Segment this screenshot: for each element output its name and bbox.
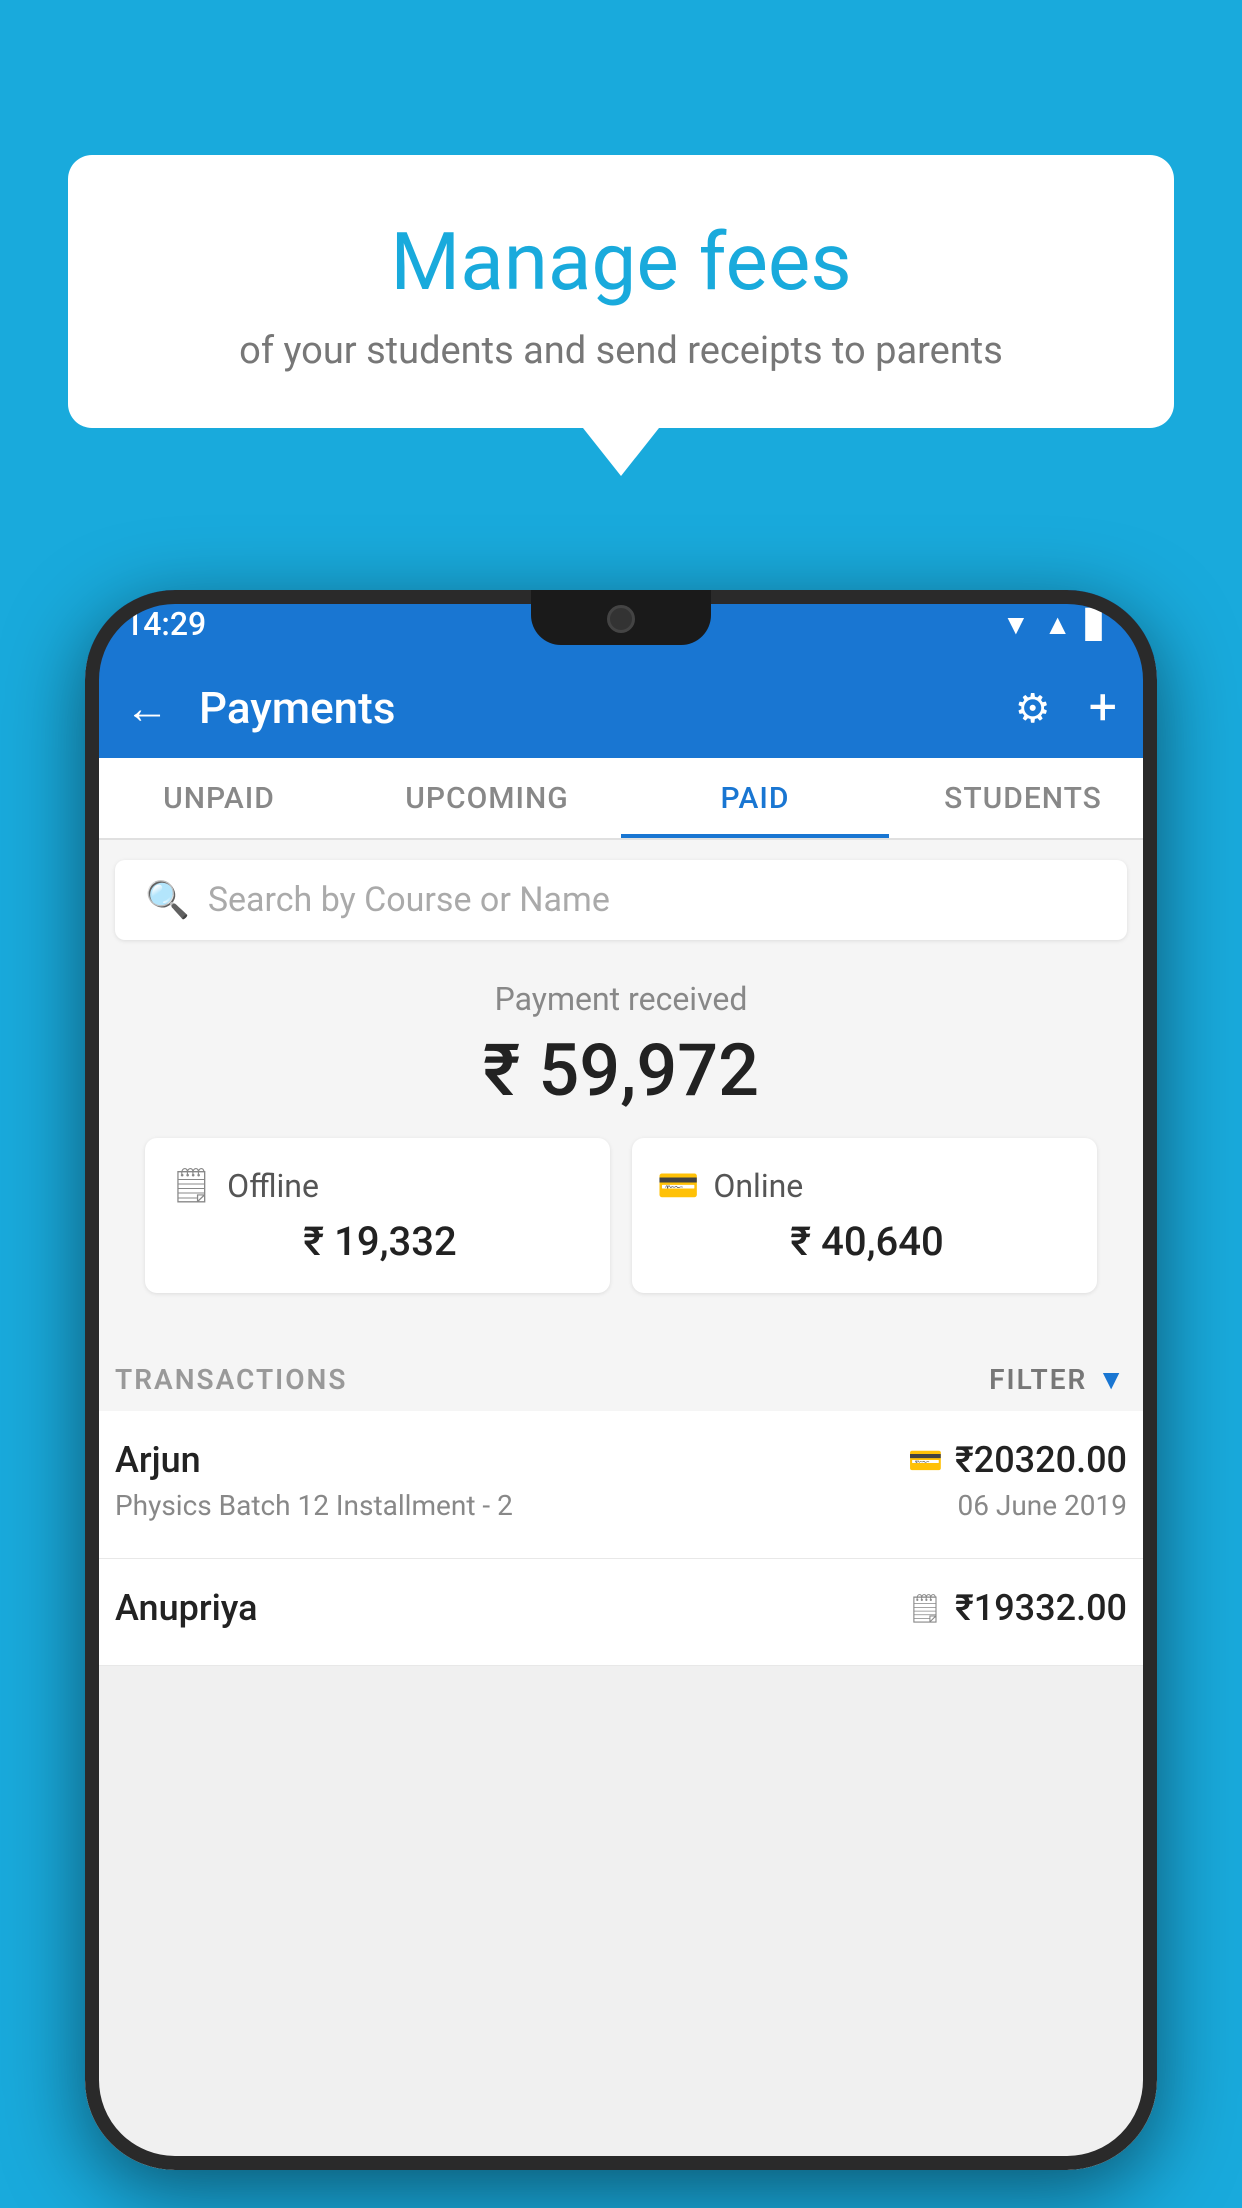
phone-frame: 14:29 ▼ ▲ ▊ ← Payments ⚙ + UNPAID <box>85 590 1157 2170</box>
transaction-amount-row-2: 🗒 ₹19332.00 <box>907 1587 1127 1629</box>
app-header: ← Payments ⚙ + <box>85 658 1157 758</box>
offline-card-header: 🗒 Offline <box>170 1166 585 1206</box>
online-label: Online <box>713 1167 803 1205</box>
plus-button[interactable]: + <box>1089 679 1117 737</box>
wifi-icon: ▼ <box>1002 608 1030 641</box>
offline-amount: ₹ 19,332 <box>170 1218 585 1265</box>
transaction-name-2: Anupriya <box>115 1587 258 1629</box>
search-bar[interactable]: 🔍 Search by Course or Name <box>115 860 1127 940</box>
filter-button[interactable]: FILTER ▼ <box>989 1363 1127 1396</box>
online-amount: ₹ 40,640 <box>657 1218 1072 1265</box>
phone-wrapper: 14:29 ▼ ▲ ▊ ← Payments ⚙ + UNPAID <box>85 590 1157 2208</box>
camera <box>607 605 635 633</box>
offline-label: Offline <box>227 1167 319 1205</box>
search-container: 🔍 Search by Course or Name <box>85 840 1157 960</box>
transactions-label: TRANSACTIONS <box>115 1363 347 1396</box>
transaction-amount-row-1: 💳 ₹20320.00 <box>908 1439 1127 1481</box>
payment-summary: Payment received ₹ 59,972 🗒 Offline ₹ 19… <box>85 960 1157 1343</box>
cards-row: 🗒 Offline ₹ 19,332 💳 Online ₹ 40,640 <box>115 1138 1127 1313</box>
notch <box>531 590 711 645</box>
transaction-name-1: Arjun <box>115 1439 201 1481</box>
signal-icon: ▲ <box>1044 608 1072 641</box>
transactions-header: TRANSACTIONS FILTER ▼ <box>85 1343 1157 1411</box>
speech-bubble: Manage fees of your students and send re… <box>68 155 1174 428</box>
app-screen: ← Payments ⚙ + UNPAID UPCOMING PAID STUD… <box>85 658 1157 2170</box>
tab-upcoming[interactable]: UPCOMING <box>353 758 621 838</box>
transaction-item-anupriya[interactable]: Anupriya 🗒 ₹19332.00 <box>85 1559 1157 1666</box>
offline-icon: 🗒 <box>170 1166 213 1206</box>
transaction-amount-1: ₹20320.00 <box>955 1439 1127 1481</box>
gear-icon[interactable]: ⚙ <box>1015 685 1051 732</box>
transaction-item-arjun[interactable]: Arjun 💳 ₹20320.00 Physics Batch 12 Insta… <box>85 1411 1157 1559</box>
tab-paid[interactable]: PAID <box>621 758 889 838</box>
transaction-amount-2: ₹19332.00 <box>955 1587 1127 1629</box>
online-card: 💳 Online ₹ 40,640 <box>632 1138 1097 1293</box>
transaction-course-1: Physics Batch 12 Installment - 2 <box>115 1489 513 1522</box>
back-button[interactable]: ← <box>125 682 169 734</box>
transaction-type-icon-2: 🗒 <box>907 1592 943 1625</box>
tab-students[interactable]: STUDENTS <box>889 758 1157 838</box>
speech-bubble-title: Manage fees <box>128 215 1114 309</box>
transaction-details-row-1: Physics Batch 12 Installment - 2 06 June… <box>115 1489 1127 1522</box>
speech-bubble-subtitle: of your students and send receipts to pa… <box>128 329 1114 373</box>
online-icon: 💳 <box>657 1166 699 1206</box>
transaction-type-icon-1: 💳 <box>908 1444 943 1477</box>
speech-bubble-arrow <box>583 428 659 476</box>
speech-bubble-wrapper: Manage fees of your students and send re… <box>68 155 1174 476</box>
transaction-date-1: 06 June 2019 <box>957 1489 1127 1522</box>
offline-card: 🗒 Offline ₹ 19,332 <box>145 1138 610 1293</box>
transaction-row-2: Anupriya 🗒 ₹19332.00 <box>115 1587 1127 1629</box>
status-time: 14:29 <box>125 605 206 643</box>
filter-icon: ▼ <box>1097 1363 1127 1396</box>
tab-unpaid[interactable]: UNPAID <box>85 758 353 838</box>
battery-icon: ▊ <box>1085 608 1107 641</box>
payment-received-label: Payment received <box>115 980 1127 1018</box>
search-icon: 🔍 <box>145 879 190 921</box>
transaction-row-1: Arjun 💳 ₹20320.00 <box>115 1439 1127 1481</box>
header-title: Payments <box>199 682 995 734</box>
tabs-bar: UNPAID UPCOMING PAID STUDENTS <box>85 758 1157 840</box>
online-card-header: 💳 Online <box>657 1166 1072 1206</box>
status-icons: ▼ ▲ ▊ <box>1002 608 1107 641</box>
payment-amount: ₹ 59,972 <box>115 1028 1127 1113</box>
filter-label: FILTER <box>989 1363 1087 1396</box>
search-placeholder: Search by Course or Name <box>208 880 610 920</box>
